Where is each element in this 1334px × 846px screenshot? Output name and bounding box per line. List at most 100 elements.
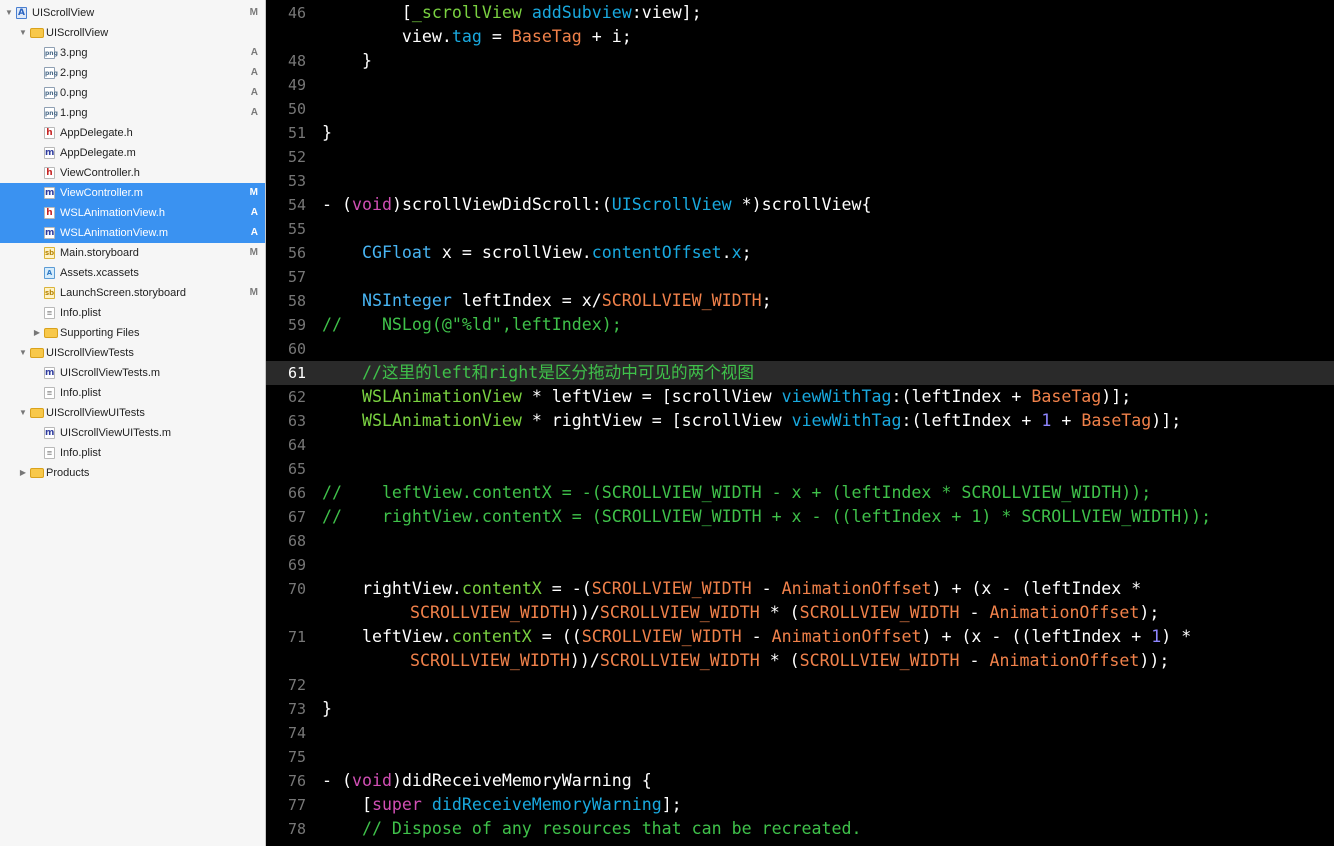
- code-text: WSLAnimationView * leftView = [scrollVie…: [322, 385, 1131, 409]
- code-line[interactable]: SCROLLVIEW_WIDTH))/SCROLLVIEW_WIDTH * (S…: [266, 601, 1334, 625]
- line-number: 77: [287, 796, 306, 814]
- code-token: void: [351, 195, 392, 214]
- disclosure-expanded-icon[interactable]: ▼: [18, 23, 28, 43]
- code-token: [: [322, 795, 372, 814]
- code-line[interactable]: 59 // NSLog(@"%ld",leftIndex);: [266, 313, 1334, 337]
- code-line[interactable]: 55: [266, 217, 1334, 241]
- code-token: contentX: [451, 627, 532, 646]
- code-line[interactable]: 54 - (void)scrollViewDidScroll:(UIScrollV…: [266, 193, 1334, 217]
- code-token: :view];: [631, 3, 702, 22]
- code-line[interactable]: 66 // leftView.contentX = -(SCROLLVIEW_WI…: [266, 481, 1334, 505]
- code-line[interactable]: 73}: [266, 697, 1334, 721]
- line-number: 75: [287, 748, 306, 766]
- navigator-item[interactable]: h WSLAnimationView.h A: [0, 203, 265, 223]
- navigator-item[interactable]: png 1.png A: [0, 103, 265, 123]
- code-token: // leftView.contentX = -(SCROLLVIEW_WIDT…: [322, 483, 1152, 502]
- code-token: - (: [322, 771, 352, 790]
- code-line[interactable]: 63 WSLAnimationView * rightView = [scrol…: [266, 409, 1334, 433]
- code-line[interactable]: 58 NSInteger leftIndex = x/SCROLLVIEW_WI…: [266, 289, 1334, 313]
- code-line[interactable]: SCROLLVIEW_WIDTH))/SCROLLVIEW_WIDTH * (S…: [266, 649, 1334, 673]
- source-control-status-badge: A: [250, 47, 258, 58]
- navigator-item[interactable]: ▼ UIScrollViewTests: [0, 343, 265, 363]
- disclosure-collapsed-icon[interactable]: ▶: [32, 323, 42, 343]
- navigator-item[interactable]: A Assets.xcassets: [0, 263, 265, 283]
- objc-file-icon: m: [44, 187, 55, 199]
- code-line[interactable]: 52: [266, 145, 1334, 169]
- navigator-item-label: 1.png: [60, 107, 88, 119]
- navigator-item[interactable]: h ViewController.h: [0, 163, 265, 183]
- disclosure-expanded-icon[interactable]: ▼: [18, 343, 28, 363]
- navigator-item[interactable]: ▶ Supporting Files: [0, 323, 265, 343]
- code-token: SCROLLVIEW_WIDTH: [599, 603, 760, 622]
- line-number: 48: [287, 52, 306, 70]
- navigator-item[interactable]: m UIScrollViewTests.m: [0, 363, 265, 383]
- code-line[interactable]: 78 // Dispose of any resources that can …: [266, 817, 1334, 841]
- code-line[interactable]: 61 //这里的left和right是区分拖动中可见的两个视图: [266, 361, 1334, 385]
- code-line[interactable]: 46 [_scrollView addSubview:view];: [266, 1, 1334, 25]
- code-line[interactable]: 50: [266, 97, 1334, 121]
- disclosure-expanded-icon[interactable]: ▼: [4, 3, 14, 23]
- code-editor[interactable]: 46 [_scrollView addSubview:view]; view.t…: [266, 0, 1334, 846]
- navigator-item[interactable]: ▶ Products: [0, 463, 265, 483]
- code-token: :(leftIndex +: [901, 411, 1042, 430]
- navigator-item[interactable]: m WSLAnimationView.m A: [0, 223, 265, 243]
- navigator-item[interactable]: m AppDelegate.m: [0, 143, 265, 163]
- code-token: :(leftIndex +: [891, 387, 1032, 406]
- objc-file-icon: m: [44, 427, 55, 439]
- code-line[interactable]: 49: [266, 73, 1334, 97]
- code-token: -: [741, 627, 772, 646]
- navigator-item[interactable]: ≡ Info.plist: [0, 443, 265, 463]
- navigator-item[interactable]: sb Main.storyboard M: [0, 243, 265, 263]
- navigator-item-label: ViewController.m: [60, 187, 143, 199]
- navigator-item-label: WSLAnimationView.m: [60, 227, 169, 239]
- code-line[interactable]: 65: [266, 457, 1334, 481]
- navigator-item[interactable]: ≡ Info.plist: [0, 303, 265, 323]
- navigator-item[interactable]: h AppDelegate.h: [0, 123, 265, 143]
- code-line[interactable]: 72: [266, 673, 1334, 697]
- code-token: ));: [1139, 651, 1170, 670]
- navigator-item[interactable]: ▼ A UIScrollView M: [0, 3, 265, 23]
- navigator-item-label: ViewController.h: [60, 167, 140, 179]
- code-line[interactable]: 57: [266, 265, 1334, 289]
- navigator-item[interactable]: sb LaunchScreen.storyboard M: [0, 283, 265, 303]
- code-line[interactable]: 71 leftView.contentX = ((SCROLLVIEW_WIDT…: [266, 625, 1334, 649]
- code-token: * (: [759, 651, 800, 670]
- code-line[interactable]: 74: [266, 721, 1334, 745]
- code-line[interactable]: 68: [266, 529, 1334, 553]
- code-line[interactable]: 75: [266, 745, 1334, 769]
- navigator-item[interactable]: png 3.png A: [0, 43, 265, 63]
- line-number: 46: [287, 4, 306, 22]
- disclosure-collapsed-icon[interactable]: ▶: [18, 463, 28, 483]
- code-line[interactable]: 64: [266, 433, 1334, 457]
- code-line[interactable]: 60: [266, 337, 1334, 361]
- disclosure-expanded-icon[interactable]: ▼: [18, 403, 28, 423]
- code-token: }: [322, 123, 332, 142]
- code-line[interactable]: 70 rightView.contentX = -(SCROLLVIEW_WID…: [266, 577, 1334, 601]
- code-line[interactable]: 51}: [266, 121, 1334, 145]
- folder-icon: [44, 328, 58, 338]
- navigator-item-label: Assets.xcassets: [60, 267, 139, 279]
- navigator-item[interactable]: ▼ UIScrollView: [0, 23, 265, 43]
- navigator-item[interactable]: png 0.png A: [0, 83, 265, 103]
- code-line[interactable]: 62 WSLAnimationView * leftView = [scroll…: [266, 385, 1334, 409]
- code-token: + i;: [581, 27, 632, 46]
- navigator-item[interactable]: ≡ Info.plist: [0, 383, 265, 403]
- code-line[interactable]: 69: [266, 553, 1334, 577]
- code-line[interactable]: view.tag = BaseTag + i;: [266, 25, 1334, 49]
- navigator-item-label: UIScrollViewTests: [46, 347, 134, 359]
- navigator-item[interactable]: m UIScrollViewUITests.m: [0, 423, 265, 443]
- line-number: 78: [287, 820, 306, 838]
- code-line[interactable]: 53: [266, 169, 1334, 193]
- code-line[interactable]: 77 [super didReceiveMemoryWarning];: [266, 793, 1334, 817]
- code-line[interactable]: 67 // rightView.contentX = (SCROLLVIEW_WI…: [266, 505, 1334, 529]
- code-line[interactable]: 76 - (void)didReceiveMemoryWarning {: [266, 769, 1334, 793]
- navigator-item[interactable]: ▼ UIScrollViewUITests: [0, 403, 265, 423]
- project-navigator[interactable]: ▼ A UIScrollView M ▼ UIScrollView png 3.png Apng…: [0, 0, 266, 846]
- code-line[interactable]: 56 CGFloat x = scrollView.contentOffset.…: [266, 241, 1334, 265]
- code-line[interactable]: 48 }: [266, 49, 1334, 73]
- code-token: * rightView = [scrollView: [521, 411, 792, 430]
- navigator-item[interactable]: png 2.png A: [0, 63, 265, 83]
- source-control-status-badge: M: [249, 187, 258, 198]
- navigator-item[interactable]: m ViewController.m M: [0, 183, 265, 203]
